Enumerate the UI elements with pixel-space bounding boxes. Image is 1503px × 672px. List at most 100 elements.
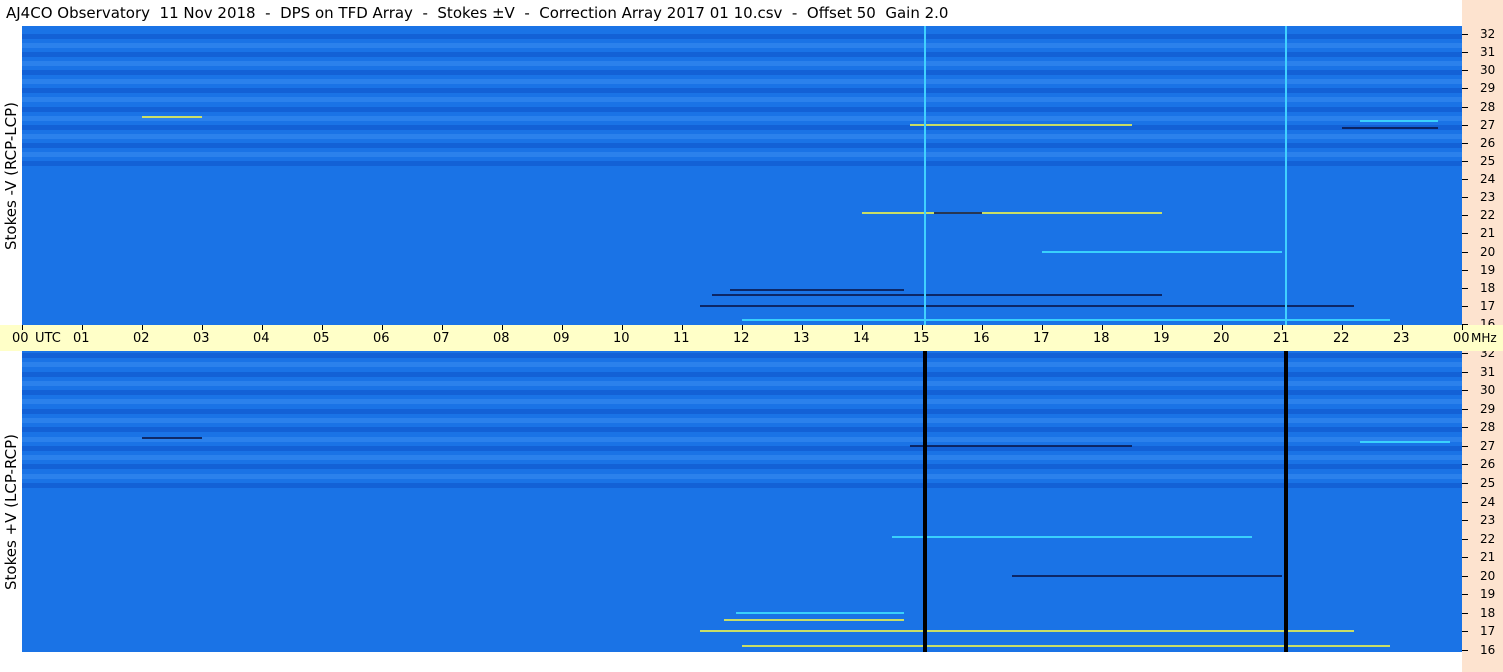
spectrogram-band xyxy=(22,473,1462,479)
frequency-tick-label: 20 xyxy=(1480,568,1496,583)
time-tick xyxy=(1402,325,1403,330)
frequency-tick-label: 18 xyxy=(1480,280,1496,295)
top-panel-ylabel: Stokes -V (RCP-LCP) xyxy=(0,26,22,325)
spectrogram-band xyxy=(22,115,1462,121)
time-tick xyxy=(982,325,983,330)
spectrogram-band xyxy=(22,124,1462,130)
spectrogram-band xyxy=(22,70,1462,76)
spectrogram-band xyxy=(22,151,1462,157)
spectrogram-band xyxy=(22,133,1462,139)
time-tick xyxy=(1282,325,1283,330)
frequency-tick-label: 23 xyxy=(1480,190,1496,205)
frequency-tick-label: 30 xyxy=(1480,383,1496,398)
frequency-tick xyxy=(1462,287,1468,289)
frequency-tick xyxy=(1462,371,1468,373)
frequency-tick-label: 31 xyxy=(1480,45,1496,60)
spectrogram-band xyxy=(22,353,1462,358)
spectral-feature-cyan xyxy=(742,319,1390,322)
frequency-tick-label: 28 xyxy=(1480,420,1496,435)
spectrogram-band xyxy=(22,408,1462,414)
frequency-tick-label: 16 xyxy=(1480,643,1496,657)
spectral-feature-yellow xyxy=(700,630,1354,633)
time-tick xyxy=(442,325,443,330)
time-tick-label: 04 xyxy=(253,331,270,346)
frequency-tick xyxy=(1462,631,1468,633)
spectral-feature-yellow xyxy=(910,123,1132,126)
spectrogram-band xyxy=(22,399,1462,405)
frequency-tick-label: 17 xyxy=(1480,298,1496,313)
frequency-tick xyxy=(1462,594,1468,596)
spectrogram-band xyxy=(22,436,1462,442)
frequency-tick xyxy=(1462,538,1468,540)
frequency-tick-label: 28 xyxy=(1480,99,1496,114)
spectral-feature-cyan xyxy=(736,611,904,614)
time-marker-line xyxy=(923,351,927,652)
time-tick-label: 21 xyxy=(1273,331,1290,346)
frequency-tick xyxy=(1462,233,1468,235)
frequency-tick-label: 29 xyxy=(1480,81,1496,96)
time-tick-label: 18 xyxy=(1093,331,1110,346)
spectrogram-band xyxy=(22,427,1462,433)
time-tick-label: 01 xyxy=(73,331,90,346)
time-tick-label: 05 xyxy=(313,331,330,346)
frequency-tick-label: 27 xyxy=(1480,117,1496,132)
frequency-tick-label: 23 xyxy=(1480,513,1496,528)
frequency-tick xyxy=(1462,197,1468,199)
time-tick-label: 08 xyxy=(493,331,510,346)
time-tick xyxy=(622,325,623,330)
time-tick xyxy=(742,325,743,330)
chart-title: AJ4CO Observatory 11 Nov 2018 - DPS on T… xyxy=(0,0,1462,26)
frequency-tick-label: 29 xyxy=(1480,401,1496,416)
frequency-tick-label: 25 xyxy=(1480,475,1496,490)
spectrogram-band xyxy=(22,390,1462,396)
frequency-tick xyxy=(1462,557,1468,559)
frequency-tick xyxy=(1462,52,1468,54)
time-marker-line xyxy=(1285,26,1288,325)
frequency-tick xyxy=(1462,427,1468,429)
spectrogram-band xyxy=(22,482,1462,488)
frequency-tick-label: 27 xyxy=(1480,438,1496,453)
time-tick-label: 00 xyxy=(1453,331,1470,346)
frequency-tick xyxy=(1462,650,1468,651)
frequency-tick-label: 19 xyxy=(1480,262,1496,277)
frequency-tick xyxy=(1462,70,1468,72)
spectrogram-band xyxy=(22,371,1462,377)
time-tick xyxy=(682,325,683,330)
frequency-tick-label: 24 xyxy=(1480,172,1496,186)
time-tick xyxy=(922,325,923,330)
time-tick-label: 12 xyxy=(733,331,750,346)
frequency-tick-label: 30 xyxy=(1480,63,1496,78)
spectral-feature-dark xyxy=(712,294,1162,296)
top-spectrogram xyxy=(22,26,1462,325)
time-tick-label: 10 xyxy=(613,331,630,346)
time-tick-label: 20 xyxy=(1213,331,1230,346)
frequency-tick-label: 17 xyxy=(1480,624,1496,639)
time-tick xyxy=(502,325,503,330)
spectrogram-band xyxy=(22,142,1462,148)
time-tick xyxy=(1042,325,1043,330)
time-tick-label: 00 xyxy=(12,331,29,346)
spectral-feature-cyan xyxy=(1042,250,1282,253)
spectral-feature-yellow xyxy=(724,619,904,622)
spectrogram-band xyxy=(22,97,1462,103)
time-tick-label: 17 xyxy=(1033,331,1050,346)
time-tick-label: 07 xyxy=(433,331,450,346)
time-tick-label: 22 xyxy=(1333,331,1350,346)
time-tick xyxy=(262,325,263,330)
frequency-tick-label: 31 xyxy=(1480,364,1496,379)
spectrogram-band xyxy=(22,380,1462,386)
frequency-tick xyxy=(1462,482,1468,484)
time-tick-label: 14 xyxy=(853,331,870,346)
frequency-tick xyxy=(1462,106,1468,108)
frequency-tick xyxy=(1462,408,1468,410)
spectrogram-band xyxy=(22,88,1462,94)
frequency-tick xyxy=(1462,445,1468,447)
spectrogram-band xyxy=(22,455,1462,461)
time-tick xyxy=(1222,325,1223,330)
spectral-feature-dark xyxy=(1012,574,1282,577)
bottom-spectrogram xyxy=(22,351,1462,652)
spectrogram-band xyxy=(22,79,1462,85)
frequency-tick-label: 22 xyxy=(1480,531,1496,546)
spectrogram-band xyxy=(22,106,1462,112)
spectrogram-band xyxy=(22,445,1462,451)
